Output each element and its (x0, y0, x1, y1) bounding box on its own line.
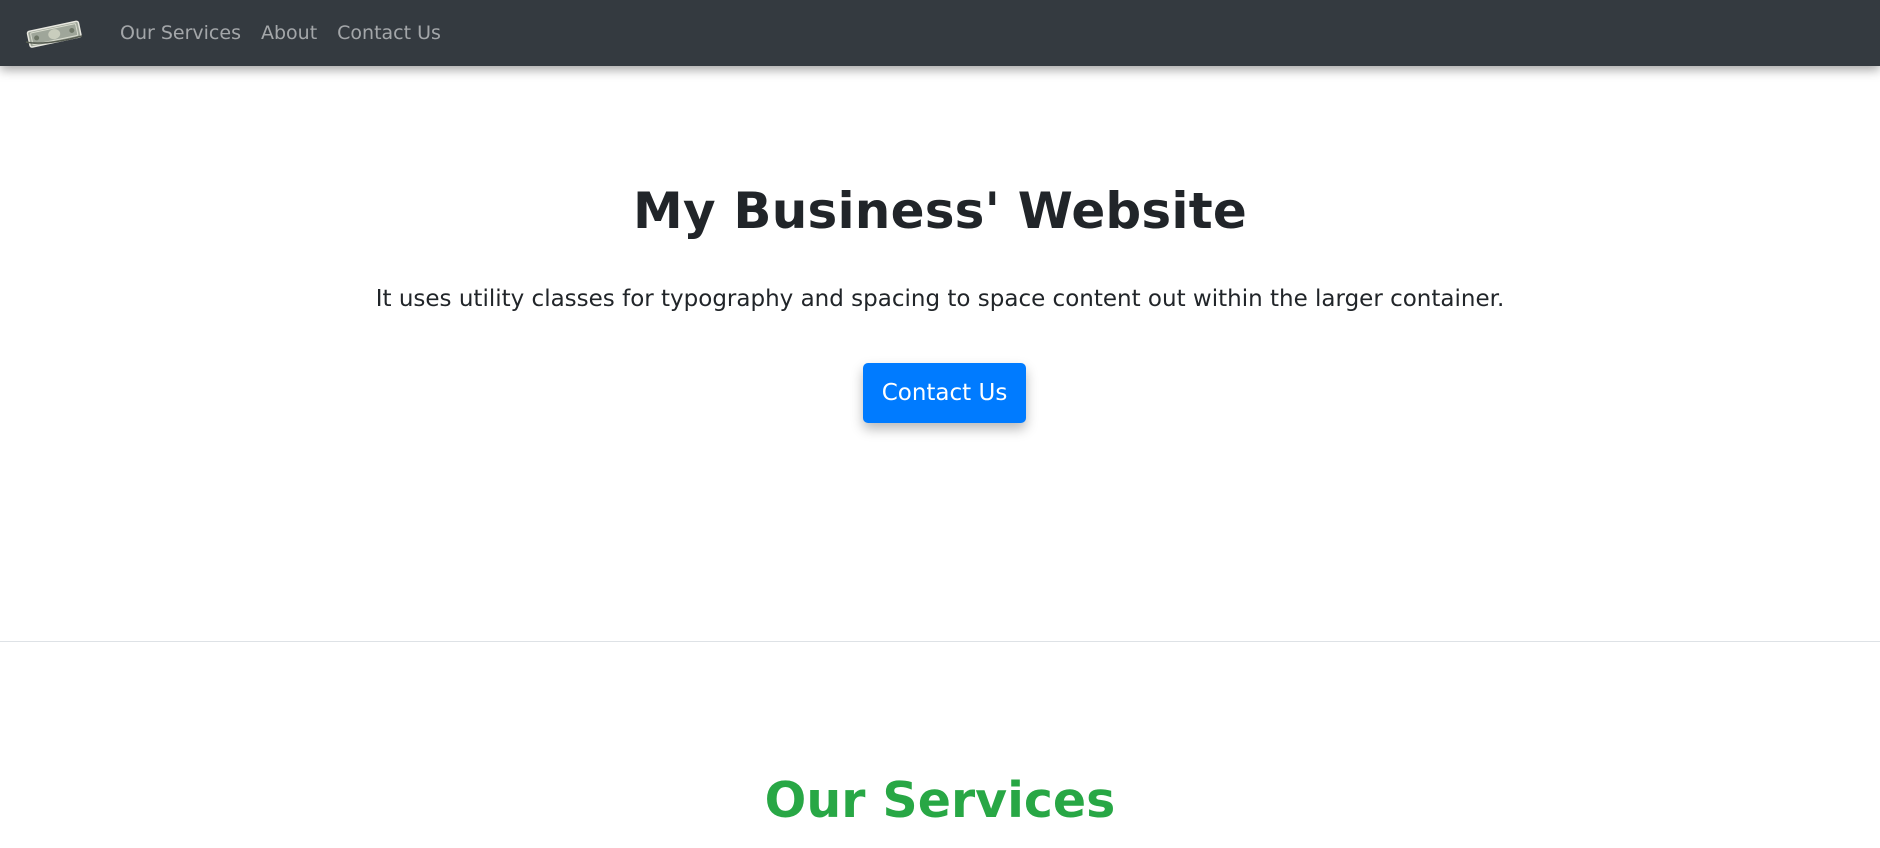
hero-title: My Business' Website (633, 182, 1247, 240)
money-bill-icon (25, 20, 83, 48)
section-divider (0, 641, 1880, 642)
nav-links: Our Services About Contact Us (120, 22, 461, 44)
brand-logo-link[interactable] (24, 18, 86, 48)
nav-link-our-services[interactable]: Our Services (120, 22, 241, 44)
nav-link-about[interactable]: About (261, 22, 317, 44)
top-navbar: Our Services About Contact Us (0, 0, 1880, 66)
hero-section: My Business' Website It uses utility cla… (0, 66, 1880, 641)
nav-link-contact-us[interactable]: Contact Us (337, 22, 441, 44)
hero-lead-text: It uses utility classes for typography a… (375, 286, 1505, 312)
contact-us-button[interactable]: Contact Us (863, 363, 1026, 423)
services-heading: Our Services (764, 772, 1116, 829)
